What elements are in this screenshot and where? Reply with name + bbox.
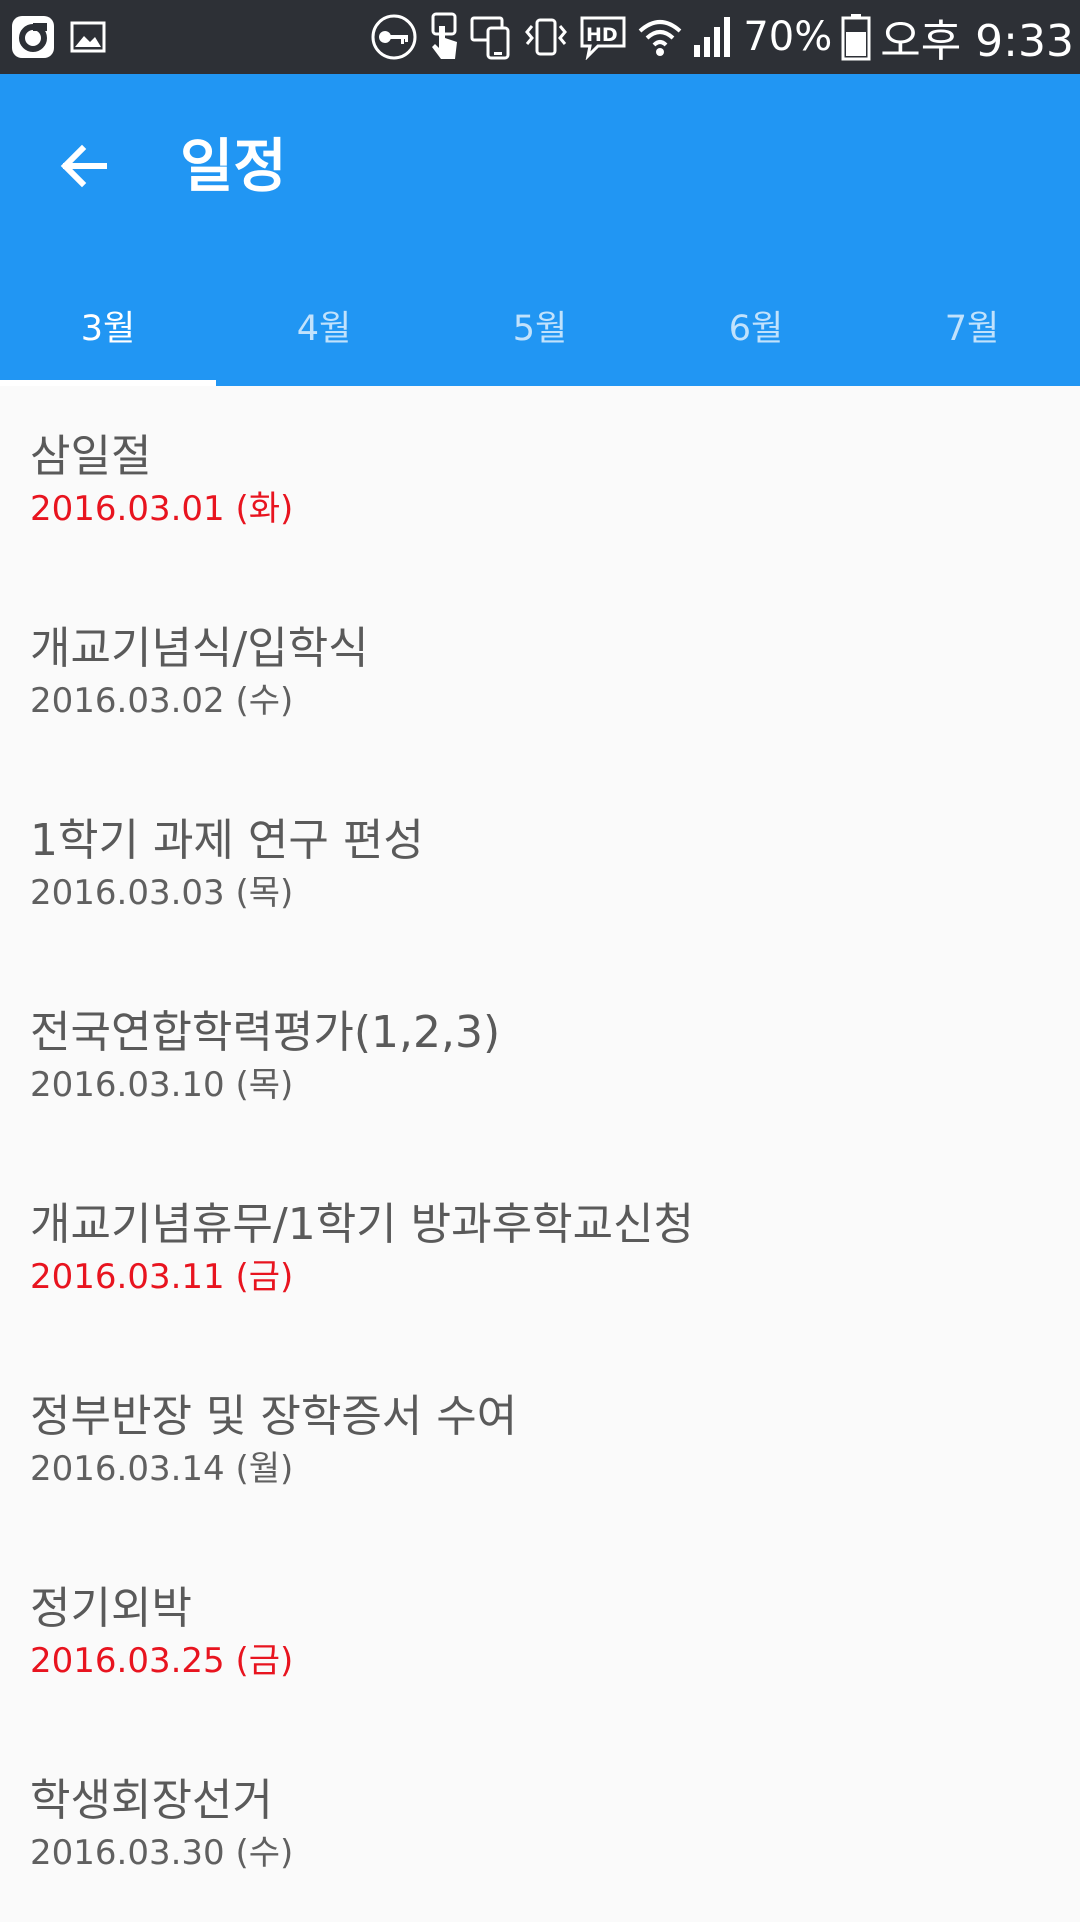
event-title: 1학기 과제 연구 편성: [30, 815, 424, 866]
tab-april[interactable]: 4월: [216, 274, 432, 386]
event-item[interactable]: 개교기념휴무/1학기 방과후학교신청 2016.03.11 (금): [0, 1154, 1080, 1346]
vibrate-icon: [523, 14, 569, 60]
event-date: 2016.03.01 (화): [30, 489, 294, 529]
status-bar: HD 70% 오후 9:33: [0, 0, 1080, 74]
event-item[interactable]: 전국연합학력평가(1,2,3) 2016.03.10 (목): [0, 962, 1080, 1154]
touch-icon: [427, 12, 461, 62]
event-title: 삼일절: [30, 431, 152, 482]
event-title: 개교기념휴무/1학기 방과후학교신청: [30, 1199, 695, 1250]
tab-june[interactable]: 6월: [648, 274, 864, 386]
event-title: 정기외박: [30, 1583, 192, 1634]
wifi-icon: [637, 17, 683, 57]
event-title: 학생회장선거: [30, 1775, 273, 1826]
hd-voice-icon: HD: [578, 14, 628, 60]
event-date: 2016.03.30 (수): [30, 1833, 294, 1873]
image-icon: [70, 21, 106, 53]
arrow-back-icon: [58, 140, 110, 192]
tab-march[interactable]: 3월: [0, 274, 216, 386]
page-title: 일정: [180, 132, 287, 200]
tab-may[interactable]: 5월: [432, 274, 648, 386]
event-date: 2016.03.02 (수): [30, 681, 294, 721]
event-list: 삼일절 2016.03.01 (화) 개교기념식/입학식 2016.03.02 …: [0, 386, 1080, 1922]
status-bar-right: HD 70% 오후 9:33: [361, 0, 1074, 74]
month-tabs: 3월 4월 5월 6월 7월: [0, 274, 1080, 386]
status-bar-left: [10, 0, 120, 74]
back-button[interactable]: [42, 124, 126, 208]
key-icon: [370, 13, 418, 61]
event-date: 2016.03.14 (월): [30, 1449, 294, 1489]
event-date: 2016.03.10 (목): [30, 1065, 294, 1105]
event-item[interactable]: 삼일절 2016.03.01 (화): [0, 386, 1080, 578]
signal-icon: [692, 15, 734, 59]
o-app-icon: [10, 14, 56, 60]
event-item[interactable]: 1학기 과제 연구 편성 2016.03.03 (목): [0, 770, 1080, 962]
event-title: 정부반장 및 장학증서 수여: [30, 1391, 518, 1442]
event-title: 개교기념식/입학식: [30, 623, 369, 674]
event-title: 전국연합학력평가(1,2,3): [30, 1007, 501, 1058]
event-date: 2016.03.11 (금): [30, 1257, 294, 1297]
event-item[interactable]: 개교기념식/입학식 2016.03.02 (수): [0, 578, 1080, 770]
event-item[interactable]: 정기외박 2016.03.25 (금): [0, 1538, 1080, 1730]
event-date: 2016.03.03 (목): [30, 873, 294, 913]
event-item[interactable]: 학생회장선거 2016.03.30 (수): [0, 1730, 1080, 1922]
svg-text:HD: HD: [586, 24, 618, 46]
battery-icon: [841, 13, 871, 61]
status-time: 오후 9:33: [880, 16, 1074, 67]
battery-percent: 70%: [743, 14, 833, 60]
event-item[interactable]: 정부반장 및 장학증서 수여 2016.03.14 (월): [0, 1346, 1080, 1538]
tab-july[interactable]: 7월: [864, 274, 1080, 386]
app-bar: 일정 3월 4월 5월 6월 7월: [0, 74, 1080, 386]
event-date: 2016.03.25 (금): [30, 1641, 294, 1681]
device-sync-icon: [470, 14, 514, 60]
